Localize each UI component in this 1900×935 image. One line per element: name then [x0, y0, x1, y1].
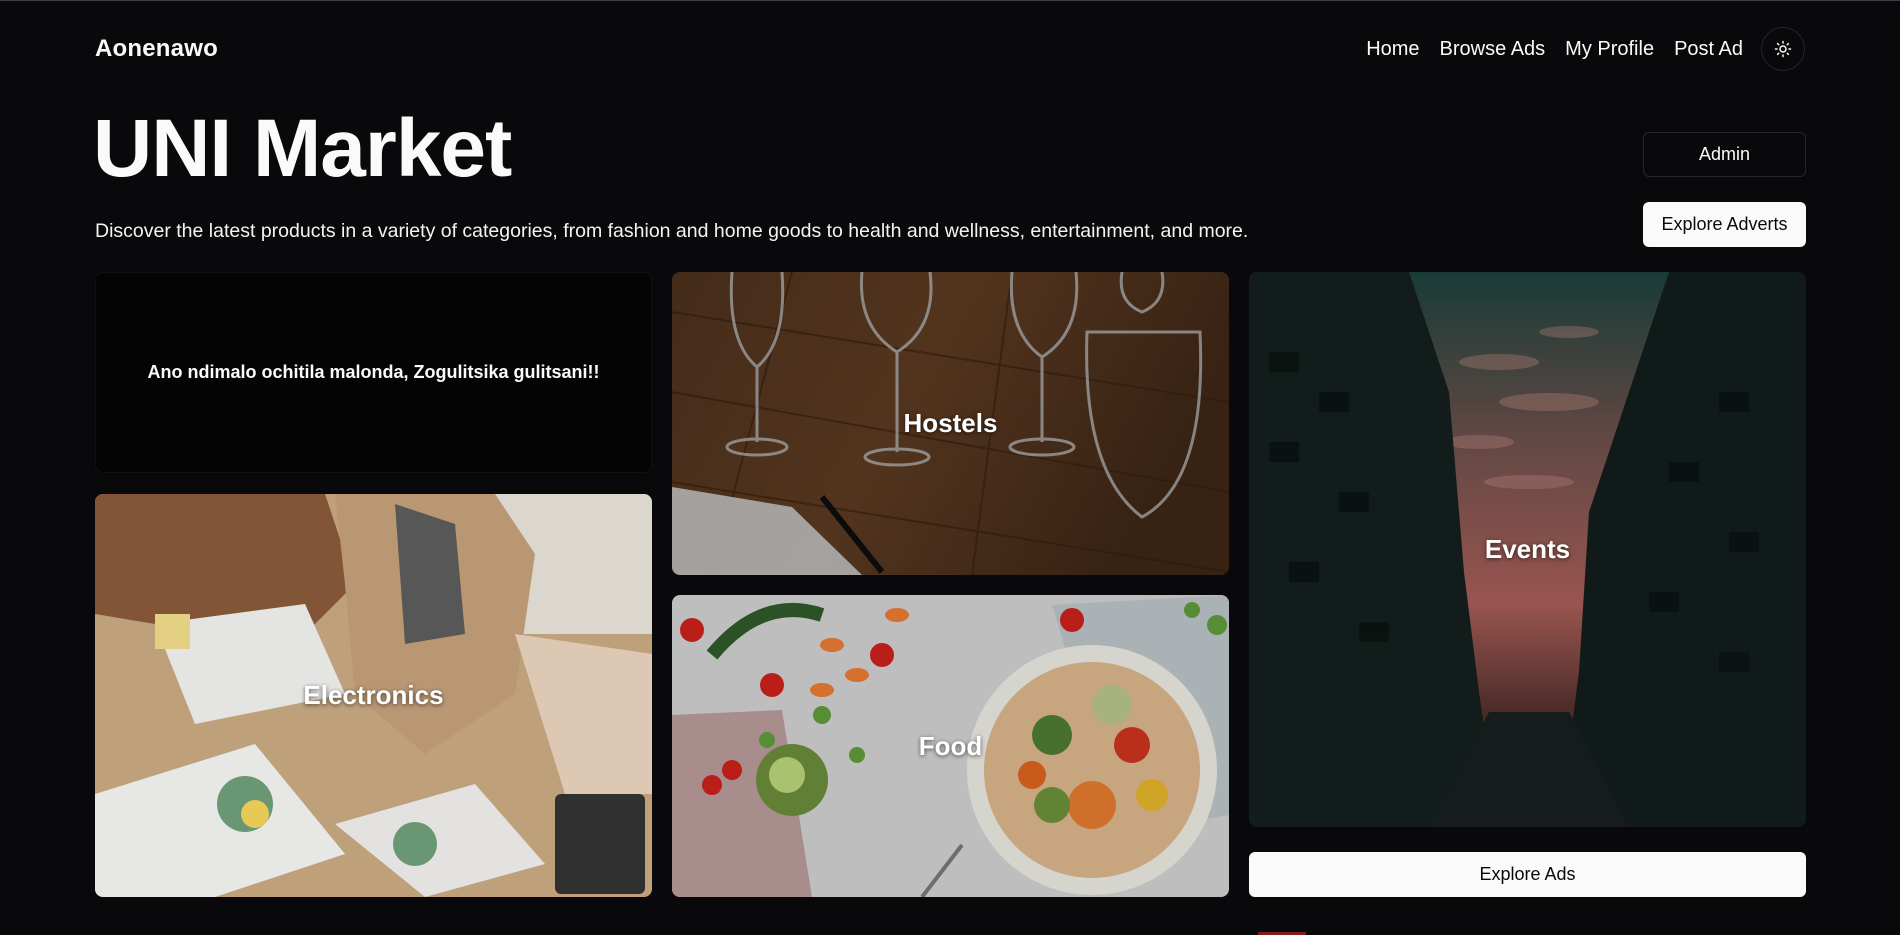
explore-ads-button[interactable]: Explore Ads: [1249, 852, 1806, 897]
sun-icon: [1774, 40, 1792, 58]
admin-button[interactable]: Admin: [1643, 132, 1806, 177]
next-section-peek: [95, 929, 367, 935]
explore-adverts-button[interactable]: Explore Adverts: [1643, 202, 1806, 247]
nav-links: Home Browse Ads My Profile Post Ad: [1366, 27, 1805, 71]
tile-label-food: Food: [918, 730, 983, 761]
category-tile-events[interactable]: Events: [1249, 272, 1806, 827]
navbar: Aonenawo Home Browse Ads My Profile Post…: [95, 25, 1805, 73]
slogan-card: Ano ndimalo ochitila malonda, Zogulitsik…: [95, 272, 652, 473]
slogan-text: Ano ndimalo ochitila malonda, Zogulitsik…: [147, 362, 600, 382]
category-tile-electronics[interactable]: Electronics: [95, 494, 652, 897]
category-tile-food[interactable]: Food: [672, 595, 1229, 897]
tile-label-electronics: Electronics: [303, 680, 444, 710]
nav-home-link[interactable]: Home: [1366, 38, 1419, 61]
brand-logo[interactable]: Aonenawo: [95, 35, 218, 63]
page-title: UNI Market: [93, 103, 512, 194]
tile-label-events: Events: [1484, 534, 1571, 564]
page-subtitle: Discover the latest products in a variet…: [95, 220, 1249, 242]
category-tile-hostels[interactable]: Hostels: [672, 272, 1229, 575]
nav-my-profile-link[interactable]: My Profile: [1565, 38, 1654, 61]
nav-post-ad-link[interactable]: Post Ad: [1674, 38, 1743, 61]
nav-browse-ads-link[interactable]: Browse Ads: [1440, 38, 1546, 61]
tile-label-hostels: Hostels: [903, 408, 998, 438]
theme-toggle-button[interactable]: [1761, 27, 1805, 71]
